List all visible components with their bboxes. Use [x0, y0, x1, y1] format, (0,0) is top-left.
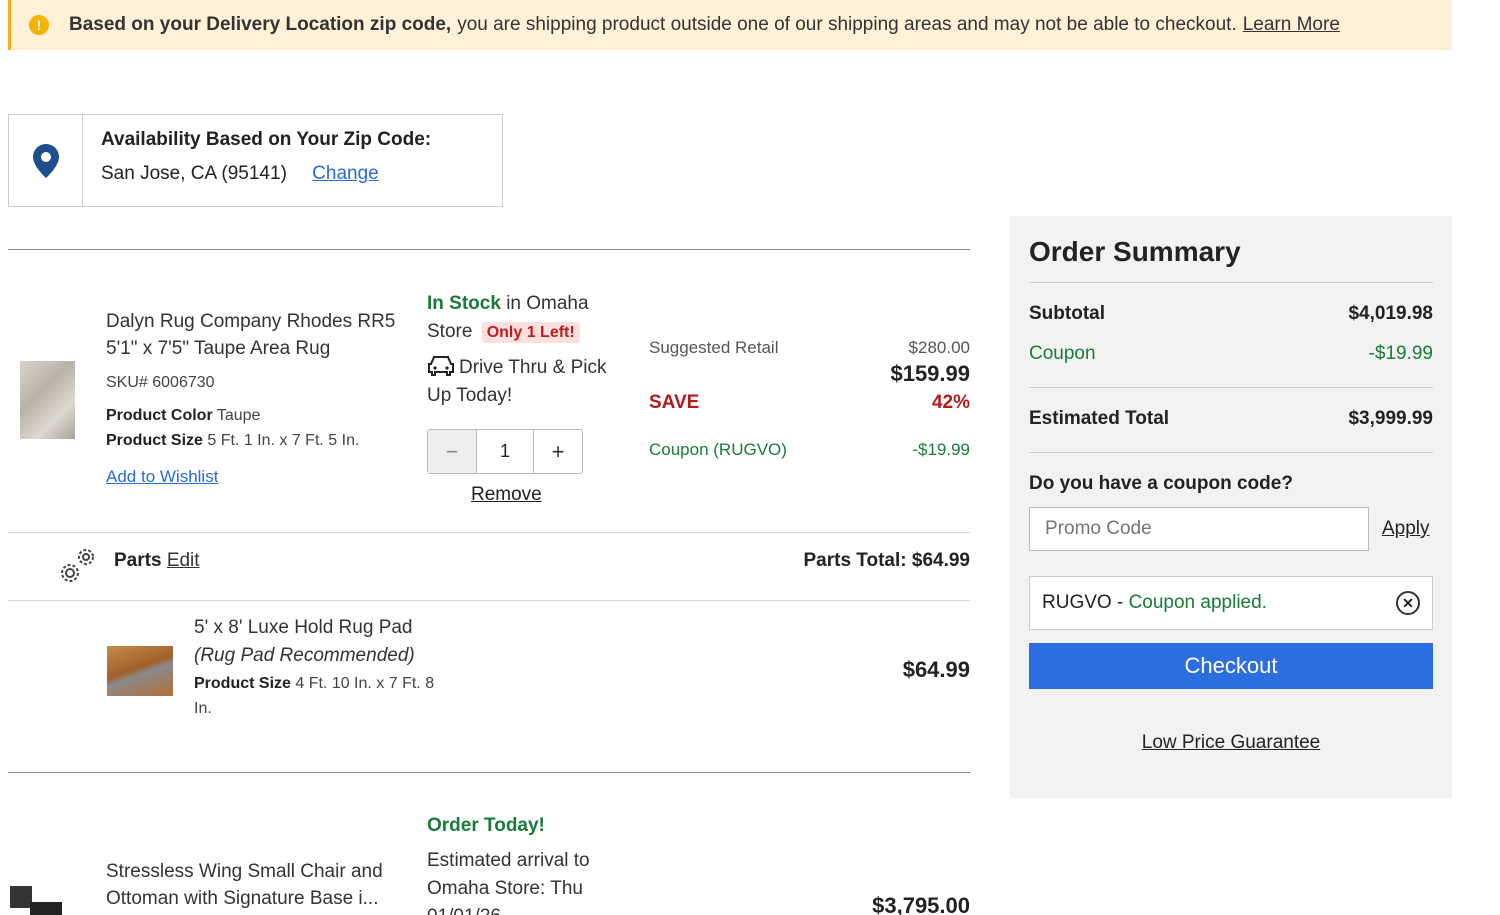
applied-coupon: RUGVO - Coupon applied. ✕: [1029, 576, 1433, 630]
sale-price: $159.99: [890, 361, 970, 386]
coupon-question: Do you have a coupon code?: [1029, 473, 1293, 494]
increase-qty-button[interactable]: +: [534, 430, 582, 473]
parts-total: Parts Total: $64.99: [803, 550, 970, 571]
estimated-total-row: Estimated Total $3,999.99: [1029, 408, 1433, 453]
quantity-stepper[interactable]: − 1 +: [427, 429, 583, 474]
parts-header: Parts Edit: [114, 550, 200, 571]
parts-edit-link[interactable]: Edit: [167, 550, 200, 571]
applied-text: Coupon applied.: [1128, 592, 1267, 613]
add-to-wishlist-link[interactable]: Add to Wishlist: [106, 467, 218, 487]
warning-icon: !: [29, 15, 49, 35]
suggested-retail-price: $280.00: [908, 338, 970, 357]
quantity-value[interactable]: 1: [477, 430, 534, 473]
part-note: (Rug Pad Recommended): [194, 645, 415, 666]
save-percent: 42%: [931, 392, 970, 413]
remove-coupon-icon[interactable]: ✕: [1396, 591, 1420, 615]
item-size: Product Size 5 Ft. 1 In. x 7 Ft. 5 In.: [106, 432, 360, 449]
order-today-label: Order Today!: [427, 815, 545, 836]
rug-pad-thumbnail[interactable]: [107, 646, 173, 696]
gears-icon: [56, 546, 98, 591]
applied-code: RUGVO -: [1042, 592, 1124, 613]
item-name[interactable]: Dalyn Rug Company Rhodes RR5 5'1" x 7'5"…: [106, 308, 396, 362]
part-price: $64.99: [902, 657, 970, 682]
save-label: SAVE: [649, 392, 700, 413]
only-left-badge: Only 1 Left!: [481, 322, 580, 343]
checkout-button[interactable]: Checkout: [1029, 643, 1433, 689]
apply-button[interactable]: Apply: [1382, 518, 1430, 540]
decrease-qty-button[interactable]: −: [428, 430, 477, 473]
remove-link[interactable]: Remove: [471, 484, 542, 506]
rug-thumbnail[interactable]: [20, 361, 75, 439]
order-summary-panel: Order Summary Subtotal $4,019.98 Coupon -$…: [1010, 216, 1452, 798]
zip-availability-box: Availability Based on Your Zip Code: San…: [8, 114, 503, 207]
coupon-label: Coupon (RUGVO): [649, 440, 787, 459]
divider: [8, 772, 970, 773]
location-pin-icon: [9, 115, 83, 206]
car-icon: [428, 356, 454, 376]
divider: [8, 532, 970, 533]
coupon-amount: -$19.99: [912, 440, 970, 459]
item-price: $3,795.00: [872, 893, 970, 915]
banner-bold-text: Based on your Delivery Location zip code…: [69, 14, 452, 35]
divider: [8, 600, 970, 601]
part-size: Product Size 4 Ft. 10 In. x 7 Ft. 8 In.: [194, 675, 435, 717]
coupon-row: Coupon -$19.99: [1029, 343, 1433, 388]
banner-text: you are shipping product outside one of …: [457, 14, 1237, 35]
zip-location: San Jose, CA (95141): [101, 163, 287, 184]
subtotal-row: Subtotal $4,019.98: [1029, 303, 1433, 324]
change-zip-link[interactable]: Change: [312, 163, 379, 184]
zip-title: Availability Based on Your Zip Code:: [101, 129, 432, 150]
item-name[interactable]: Stressless Wing Small Chair and Ottoman …: [106, 858, 406, 912]
stock-status: In Stock in Omaha Store Only 1 Left!: [427, 293, 589, 343]
low-price-guarantee-link[interactable]: Low Price Guarantee: [1029, 732, 1433, 754]
estimated-arrival: Estimated arrival to Omaha Store: Thu 01…: [427, 850, 590, 915]
chair-thumbnail[interactable]: [8, 882, 63, 915]
learn-more-link[interactable]: Learn More: [1243, 14, 1340, 36]
order-summary-title: Order Summary: [1029, 236, 1433, 283]
divider: [8, 249, 970, 250]
item-color: Product Color Taupe: [106, 407, 261, 424]
shipping-warning-banner: ! Based on your Delivery Location zip co…: [8, 0, 1452, 50]
item-sku: SKU# 6006730: [106, 374, 215, 391]
part-name[interactable]: 5' x 8' Luxe Hold Rug Pad: [194, 614, 413, 641]
promo-code-input[interactable]: [1029, 507, 1369, 551]
suggested-retail-label: Suggested Retail: [649, 338, 779, 357]
drive-thru-info: Drive Thru & Pick Up Today!: [427, 354, 627, 410]
